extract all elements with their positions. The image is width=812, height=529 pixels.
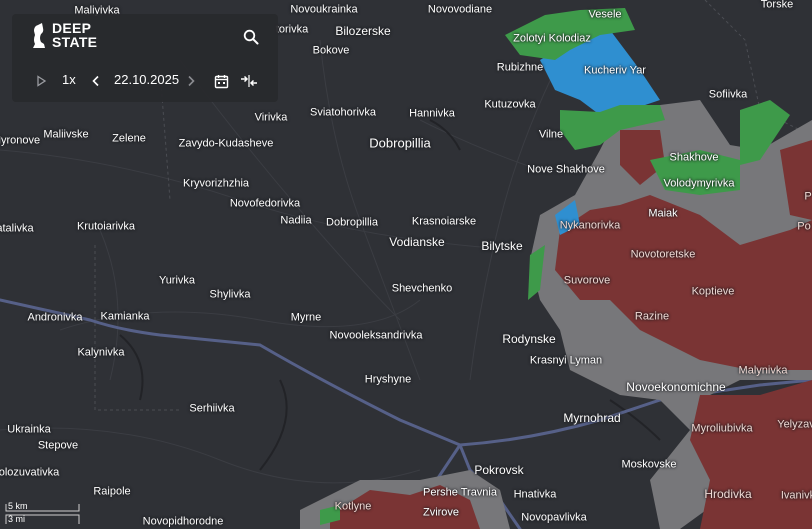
map-scale: 5 km 3 mi xyxy=(5,501,85,525)
next-date-button[interactable] xyxy=(184,72,198,90)
place-label-zavydo-kudasheve[interactable]: Zavydo-Kudasheve xyxy=(179,138,274,151)
place-label-ivanivka[interactable]: Ivanivk xyxy=(781,490,812,503)
control-panel: DEEP STATE 1x 22.10.2025 xyxy=(12,14,278,102)
compare-button[interactable] xyxy=(238,71,260,91)
search-icon xyxy=(243,29,259,45)
place-label-vesele[interactable]: Vesele xyxy=(588,9,621,22)
search-button[interactable] xyxy=(240,26,262,48)
place-label-dobropillia[interactable]: Dobropillia xyxy=(369,136,430,151)
place-label-yurivka[interactable]: Yurivka xyxy=(159,275,195,288)
place-label-olozuvativka[interactable]: olozuvativka xyxy=(0,467,59,480)
place-label-koptieve[interactable]: Koptieve xyxy=(692,286,735,299)
place-label-sviatohorivka[interactable]: Sviatohorivka xyxy=(310,107,376,120)
previous-date-button[interactable] xyxy=(89,72,103,90)
chevron-left-icon xyxy=(92,75,99,87)
place-label-bokove[interactable]: Bokove xyxy=(313,45,350,58)
place-label-novopidhorodne[interactable]: Novopidhorodne xyxy=(143,516,224,529)
place-label-kamianka[interactable]: Kamianka xyxy=(101,311,150,324)
place-label-atalivka[interactable]: atalivka xyxy=(0,223,34,236)
playback-speed[interactable]: 1x xyxy=(62,72,76,87)
place-label-torske[interactable]: Torske xyxy=(761,0,793,12)
place-label-novovodiane[interactable]: Novovodiane xyxy=(428,4,492,17)
calendar-button[interactable] xyxy=(211,71,231,91)
place-label-moskovske[interactable]: Moskovske xyxy=(621,459,676,472)
deepstate-logo[interactable]: DEEP STATE xyxy=(30,20,97,50)
place-label-p-edge[interactable]: P xyxy=(804,191,811,204)
place-label-kutuzovka[interactable]: Kutuzovka xyxy=(484,99,535,112)
place-label-krasnoiarske[interactable]: Krasnoiarske xyxy=(412,216,476,229)
place-label-yelyzav[interactable]: Yelyzav xyxy=(777,419,812,432)
place-label-hryshyne[interactable]: Hryshyne xyxy=(365,374,411,387)
chevron-right-icon xyxy=(188,75,195,87)
place-label-serhiivka[interactable]: Serhiivka xyxy=(189,403,234,416)
place-label-maliivske[interactable]: Maliivske xyxy=(43,129,88,142)
place-label-dobropillia-small[interactable]: Dobropillia xyxy=(326,217,378,230)
place-label-rubizhne[interactable]: Rubizhne xyxy=(497,62,543,75)
place-label-hrodivka[interactable]: Hrodivka xyxy=(704,487,751,501)
place-label-sofiivka[interactable]: Sofiivka xyxy=(709,89,748,102)
place-label-novofedorivka[interactable]: Novofedorivka xyxy=(230,198,300,211)
place-label-volodymyrivka[interactable]: Volodymyrivka xyxy=(664,178,735,191)
place-label-zvirove[interactable]: Zvirove xyxy=(423,507,459,520)
place-label-kucheriv-yar[interactable]: Kucheriv Yar xyxy=(584,65,646,78)
place-label-krutoiarivka[interactable]: Krutoiarivka xyxy=(77,221,135,234)
place-label-vilne[interactable]: Vilne xyxy=(539,129,563,142)
calendar-icon xyxy=(214,74,228,88)
place-label-po-edge[interactable]: Po xyxy=(797,221,810,234)
place-label-myronove[interactable]: Myronove xyxy=(0,135,40,148)
scale-metric: 5 km xyxy=(8,501,28,511)
place-label-ukrainka[interactable]: Ukrainka xyxy=(7,424,50,437)
place-label-novoekonomichne[interactable]: Novoekonomichne xyxy=(626,380,725,394)
knight-chess-icon xyxy=(33,23,45,48)
place-label-shakhove[interactable]: Shakhove xyxy=(670,152,719,165)
place-label-nadiia[interactable]: Nadiia xyxy=(280,215,311,228)
place-label-myrnohrad[interactable]: Myrnohrad xyxy=(563,411,620,425)
place-label-bilytske[interactable]: Bilytske xyxy=(481,239,522,253)
play-icon xyxy=(37,75,47,87)
place-label-andronivka[interactable]: Andronivka xyxy=(27,312,82,325)
play-button[interactable] xyxy=(32,72,50,90)
place-label-hannivka[interactable]: Hannivka xyxy=(409,108,455,121)
place-label-malynivka[interactable]: Malynivka xyxy=(739,365,788,378)
place-label-krasnyi-lyman[interactable]: Krasnyi Lyman xyxy=(530,355,602,368)
place-label-zelene[interactable]: Zelene xyxy=(112,133,146,146)
place-label-kryvorizhzhia[interactable]: Kryvorizhzhia xyxy=(183,178,249,191)
place-label-novooleksandrivka[interactable]: Novooleksandrivka xyxy=(330,330,423,343)
current-date[interactable]: 22.10.2025 xyxy=(114,72,179,87)
logo-text-line1: DEEP xyxy=(52,20,92,36)
place-label-novopavlivka[interactable]: Novopavlivka xyxy=(521,512,586,525)
place-label-pershe-travnia[interactable]: Pershe Travnia xyxy=(423,487,497,500)
place-label-shylivka[interactable]: Shylivka xyxy=(210,289,251,302)
place-label-virivka[interactable]: Virivka xyxy=(255,112,288,125)
place-label-nykanorivka[interactable]: Nykanorivka xyxy=(560,220,621,233)
place-label-suvorove[interactable]: Suvorove xyxy=(564,275,610,288)
place-label-nove-shakhove[interactable]: Nove Shakhove xyxy=(527,164,605,177)
place-label-novoukrainka[interactable]: Novoukrainka xyxy=(290,4,357,17)
place-label-kotlyne[interactable]: Kotlyne xyxy=(335,501,372,514)
place-label-myroliubivka[interactable]: Myroliubivka xyxy=(691,423,752,436)
place-label-myrne[interactable]: Myrne xyxy=(291,312,322,325)
place-label-zolotyi-kolodiaz[interactable]: Zolotyi Kolodiaz xyxy=(513,33,591,46)
place-label-novotoretske[interactable]: Novotoretske xyxy=(631,249,696,262)
place-label-raipole[interactable]: Raipole xyxy=(93,486,130,499)
place-label-pokrovsk[interactable]: Pokrovsk xyxy=(474,463,523,477)
place-label-razine[interactable]: Razine xyxy=(635,311,669,324)
place-label-torivka[interactable]: torivka xyxy=(276,24,308,37)
compare-arrows-icon xyxy=(241,75,257,87)
place-label-hnativka[interactable]: Hnativka xyxy=(514,489,557,502)
place-label-vodianske[interactable]: Vodianske xyxy=(389,235,444,249)
logo-text-line2: STATE xyxy=(52,34,98,50)
place-label-maiak[interactable]: Maiak xyxy=(648,208,677,221)
place-label-shevchenko[interactable]: Shevchenko xyxy=(392,283,453,296)
scale-imperial: 3 mi xyxy=(8,514,26,524)
place-label-stepove[interactable]: Stepove xyxy=(38,440,78,453)
place-label-kalynivka[interactable]: Kalynivka xyxy=(77,347,124,360)
place-label-rodynske[interactable]: Rodynske xyxy=(502,332,555,346)
place-label-bilozerske[interactable]: Bilozerske xyxy=(335,24,390,38)
